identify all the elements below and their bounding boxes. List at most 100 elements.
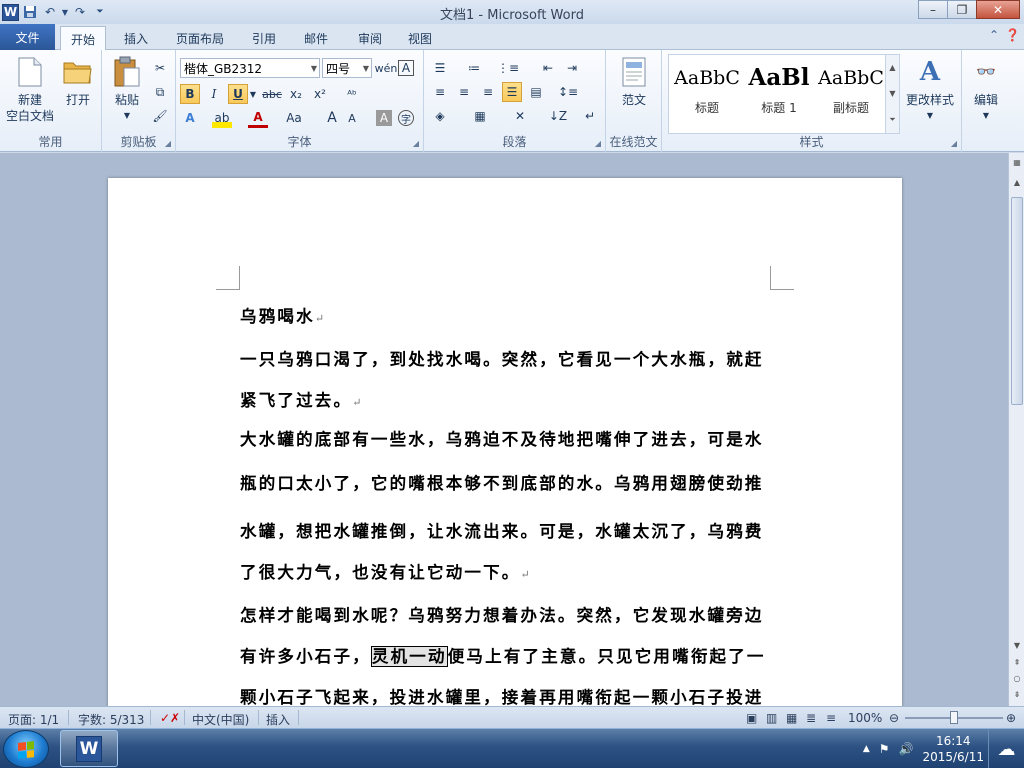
minimize-button[interactable]: – (918, 0, 948, 19)
tab-home[interactable]: 开始 (60, 26, 107, 51)
clock[interactable]: 16:14 2015/6/11 (922, 733, 984, 765)
insert-mode[interactable]: 插入 (266, 711, 290, 728)
taskbar-word-button[interactable]: W (60, 730, 118, 767)
zoom-slider-knob[interactable] (950, 711, 958, 724)
style-title[interactable]: AaBbC 标题 (671, 61, 743, 127)
font-size-combo[interactable]: 四号 ▼ (322, 58, 372, 78)
superscript-button[interactable]: x² (310, 84, 330, 104)
scroll-thumb[interactable] (1011, 197, 1023, 405)
paragraph-launcher-icon[interactable]: ◢ (595, 139, 601, 148)
format-painter-icon[interactable]: 🖌 (150, 106, 170, 126)
paste-button[interactable]: 粘贴 ▼ (108, 56, 146, 124)
multilevel-list-icon[interactable]: ⋮≡ (497, 58, 519, 78)
maximize-button[interactable]: ❐ (947, 0, 977, 19)
bullets-icon[interactable]: ☰ (430, 58, 450, 78)
view-print-layout-icon[interactable]: ▣ (746, 711, 757, 725)
new-blank-document-button[interactable]: 新建 空白文档 (4, 56, 56, 124)
zoom-out-icon[interactable]: ⊖ (889, 711, 899, 725)
clipboard-launcher-icon[interactable]: ◢ (165, 139, 171, 148)
start-button[interactable] (3, 730, 49, 768)
editing-button[interactable]: 👓 编辑 ▼ (966, 56, 1006, 124)
next-page-icon[interactable]: ⇟ (1009, 687, 1024, 701)
highlight-icon[interactable]: ab (212, 108, 232, 128)
cut-icon[interactable]: ✂ (150, 58, 170, 78)
font-launcher-icon[interactable]: ◢ (413, 139, 419, 148)
tab-page-layout[interactable]: 页面布局 (166, 26, 234, 50)
justify-icon[interactable]: ☰ (502, 82, 522, 102)
underline-dropdown-icon[interactable]: ▼ (248, 84, 258, 104)
undo-icon[interactable]: ↶ (41, 3, 59, 21)
sort-icon[interactable]: ↓Z (548, 106, 568, 126)
open-button[interactable]: 打开 (58, 56, 98, 108)
font-name-combo[interactable]: 楷体_GB2312 ▼ (180, 58, 320, 78)
bold-button[interactable]: B (180, 84, 200, 104)
vertical-scrollbar[interactable]: ▦ ▲ ▼ ⇞ ○ ⇟ (1008, 153, 1024, 706)
decrease-indent-icon[interactable]: ⇤ (538, 58, 558, 78)
styles-more-icon[interactable]: ⏷ (889, 115, 895, 125)
grow-font-button[interactable]: A (322, 108, 342, 128)
show-hidden-icons-icon[interactable]: ▲ (863, 744, 870, 754)
scroll-up-icon[interactable]: ▲ (1009, 175, 1024, 189)
tab-mailings[interactable]: 邮件 (294, 26, 338, 50)
tab-references[interactable]: 引用 (242, 26, 286, 50)
view-web-layout-icon[interactable]: ▦ (786, 711, 797, 725)
document-page[interactable]: 乌鸦喝水↵ 一只乌鸦口渴了，到处找水喝。突然，它看见一个大水瓶，就赶 紧飞了过去… (108, 178, 902, 706)
borders-icon[interactable]: ▦ (470, 106, 490, 126)
character-border-icon[interactable]: A (398, 60, 414, 76)
word-icon[interactable]: W (2, 3, 19, 21)
underline-button[interactable]: U (228, 84, 248, 104)
copy-icon[interactable]: ⧉ (150, 82, 170, 102)
text-effects-icon[interactable]: A (180, 108, 200, 128)
page-count[interactable]: 页面: 1/1 (8, 711, 59, 728)
shrink-font-button[interactable]: A (342, 108, 362, 128)
strikethrough-button[interactable]: abc (262, 84, 282, 104)
sample-essay-button[interactable]: 范文 (614, 56, 654, 108)
view-full-screen-icon[interactable]: ▥ (766, 711, 777, 725)
align-right-icon[interactable]: ≡ (478, 82, 498, 102)
tab-insert[interactable]: 插入 (114, 26, 158, 50)
undo-dropdown-icon[interactable]: ▼ (61, 3, 69, 21)
enclose-characters-icon[interactable]: 字 (398, 110, 414, 126)
zoom-level[interactable]: 100% (848, 711, 882, 725)
volume-icon[interactable]: 🔊 (899, 742, 914, 756)
increase-indent-icon[interactable]: ⇥ (562, 58, 582, 78)
help-icon[interactable]: ❓ (1005, 28, 1020, 42)
view-outline-icon[interactable]: ≣ (806, 711, 816, 725)
customize-qat-icon[interactable]: ⏷ (91, 3, 109, 21)
show-marks-icon[interactable]: ↵ (580, 106, 600, 126)
style-heading-1[interactable]: AaBl 标题 1 (743, 61, 815, 127)
subscript-button[interactable]: x₂ (286, 84, 306, 104)
word-count[interactable]: 字数: 5/313 (78, 711, 144, 728)
ruler-toggle-icon[interactable]: ▦ (1009, 155, 1024, 169)
action-center-icon[interactable]: ⚑ (879, 742, 890, 756)
shading-icon[interactable]: ◈ (430, 106, 450, 126)
styles-up-icon[interactable]: ▲ (889, 63, 895, 72)
proofing-icon[interactable]: ✓✗ (160, 711, 180, 725)
italic-button[interactable]: I (204, 84, 224, 104)
document-body[interactable]: 乌鸦喝水↵ 一只乌鸦口渴了，到处找水喝。突然，它看见一个大水瓶，就赶 紧飞了过去… (240, 296, 790, 706)
scroll-down-icon[interactable]: ▼ (1009, 638, 1024, 652)
phonetic-guide-icon[interactable]: wén (375, 58, 398, 78)
align-center-icon[interactable]: ≡ (454, 82, 474, 102)
browse-object-icon[interactable]: ○ (1009, 671, 1024, 685)
save-icon[interactable] (21, 3, 39, 21)
close-button[interactable]: ✕ (976, 0, 1020, 19)
zoom-in-icon[interactable]: ⊕ (1006, 711, 1016, 725)
styles-scroll[interactable]: ▲ ▼ ⏷ (885, 55, 899, 133)
redo-icon[interactable]: ↷ (71, 3, 89, 21)
tab-review[interactable]: 审阅 (348, 26, 392, 50)
weather-gadget-icon[interactable]: ☁ (988, 729, 1024, 768)
change-styles-button[interactable]: A 更改样式 ▼ (904, 56, 956, 124)
chinese-layout-icon[interactable]: ✕ (510, 106, 530, 126)
tab-view[interactable]: 视图 (398, 26, 442, 50)
styles-down-icon[interactable]: ▼ (889, 89, 895, 98)
change-case-button[interactable]: Aa (284, 108, 304, 128)
previous-page-icon[interactable]: ⇞ (1009, 655, 1024, 669)
character-shading-icon[interactable]: A (376, 110, 392, 126)
styles-launcher-icon[interactable]: ◢ (951, 139, 957, 148)
line-spacing-icon[interactable]: ↕≡ (558, 82, 578, 102)
align-left-icon[interactable]: ≡ (430, 82, 450, 102)
view-draft-icon[interactable]: ≡ (826, 711, 836, 725)
style-subtitle[interactable]: AaBbC 副标题 (815, 61, 887, 127)
numbering-icon[interactable]: ≔ (464, 58, 484, 78)
